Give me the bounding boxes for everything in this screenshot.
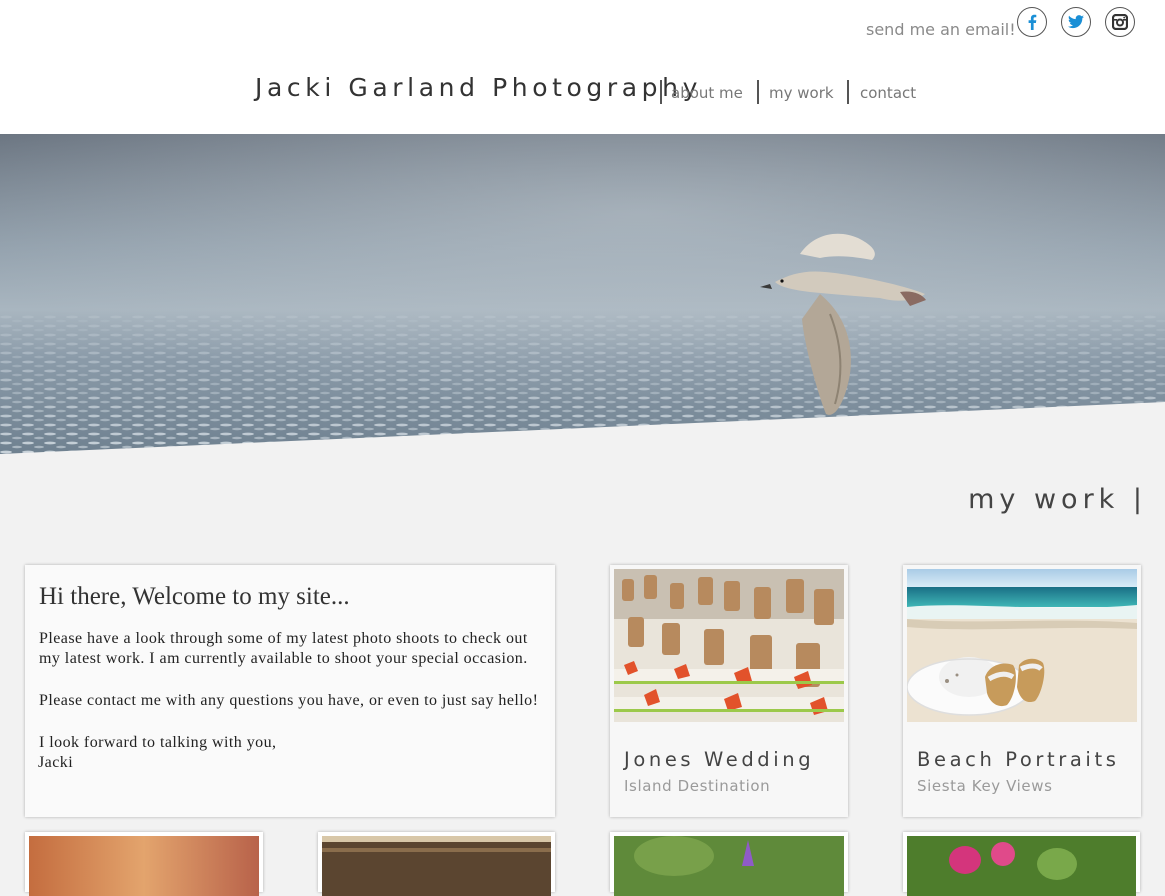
- email-link[interactable]: send me an email!: [866, 20, 1016, 39]
- instagram-icon[interactable]: [1105, 7, 1135, 37]
- portfolio-card-beach-portraits[interactable]: Beach Portraits Siesta Key Views: [903, 565, 1141, 817]
- portfolio-card-jones-wedding[interactable]: Jones Wedding Island Destination: [610, 565, 848, 817]
- portfolio-title[interactable]: Beach Portraits: [917, 748, 1137, 771]
- portfolio-card-sunset[interactable]: [25, 832, 263, 896]
- nav-my-work[interactable]: my work: [769, 84, 834, 102]
- hero-seagull-image: [0, 134, 1165, 454]
- wedding-thumbnail[interactable]: [614, 569, 844, 722]
- welcome-heading: Hi there, Welcome to my site...: [39, 583, 350, 610]
- welcome-paragraph: Please contact me with any questions you…: [39, 692, 539, 709]
- portfolio-subtitle: Island Destination: [624, 777, 771, 795]
- nav-about-me[interactable]: about me: [671, 84, 743, 102]
- twitter-icon[interactable]: [1061, 7, 1091, 37]
- pink-flower-thumbnail[interactable]: [907, 836, 1136, 896]
- section-title: my work |: [968, 484, 1147, 515]
- site-header: send me an email! Jacki Garland Photogra…: [0, 0, 1165, 134]
- purple-flower-thumbnail[interactable]: [614, 836, 844, 896]
- welcome-signature: Jacki: [38, 754, 74, 771]
- portfolio-card-vintage[interactable]: [318, 832, 555, 896]
- portfolio-card-flower-purple[interactable]: [610, 832, 848, 896]
- sunset-thumbnail[interactable]: [29, 836, 259, 896]
- nav-contact[interactable]: contact: [860, 84, 916, 102]
- welcome-closing: I look forward to talking with you,: [39, 734, 277, 751]
- vintage-thumbnail[interactable]: [322, 836, 551, 896]
- nav-divider: [757, 80, 759, 104]
- site-brand-title[interactable]: Jacki Garland Photography: [255, 73, 702, 102]
- hero-banner: [0, 134, 1165, 454]
- facebook-icon[interactable]: [1017, 7, 1047, 37]
- beach-thumbnail[interactable]: [907, 569, 1137, 722]
- welcome-card: Hi there, Welcome to my site... Please h…: [25, 565, 555, 817]
- welcome-paragraph: Please have a look through some of my la…: [39, 630, 528, 667]
- nav-divider: [660, 80, 662, 104]
- portfolio-title[interactable]: Jones Wedding: [624, 748, 844, 771]
- portfolio-card-flower-pink[interactable]: [903, 832, 1140, 896]
- portfolio-subtitle: Siesta Key Views: [917, 777, 1053, 795]
- nav-divider: [847, 80, 849, 104]
